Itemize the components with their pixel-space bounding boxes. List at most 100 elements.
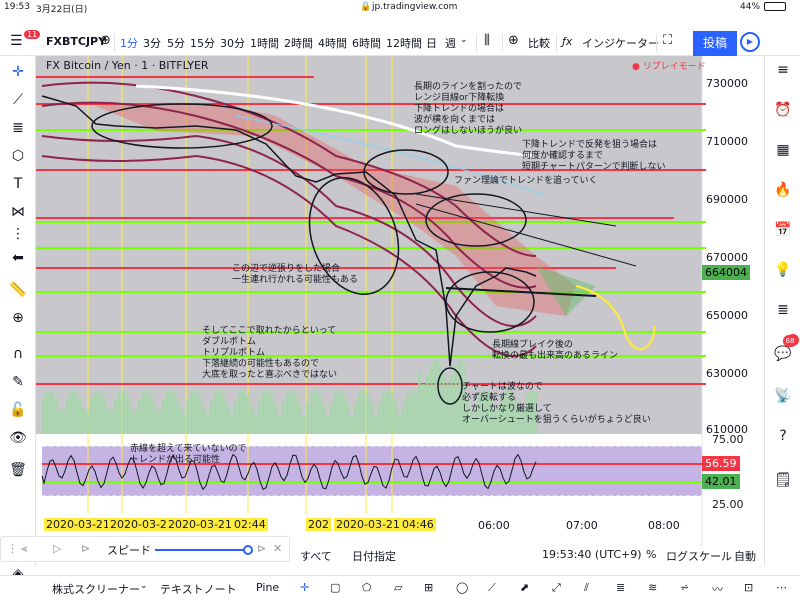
volume-bar [130,407,133,434]
xabcd-icon[interactable]: ⋈ [8,202,28,222]
interval-12h[interactable]: 12時間 [386,35,422,51]
add-symbol-icon[interactable]: ⊕ [100,33,111,48]
trash-icon[interactable]: 🗑 [8,460,28,480]
watchlist-icon[interactable]: ≡ [773,60,793,80]
battery-icon [764,2,786,11]
fullscreen-icon[interactable]: ⛶ [663,33,672,48]
tab-text-notes[interactable]: テキストノート [160,581,237,597]
annotation-bottom-pattern[interactable]: そしてここで取れたからといって ダブルボトム トリプルボトム 下落継続の可能性も… [202,326,337,381]
interval-day[interactable]: 日 [426,35,437,51]
trend-line-icon[interactable]: ⟋ [488,581,496,595]
chevron-down-icon[interactable]: ⌄ [140,581,148,591]
interval-15m[interactable]: 15分 [190,35,215,51]
ideas-icon[interactable]: 💡 [773,260,793,280]
interval-1m[interactable]: 1分 [120,35,138,51]
more-icon[interactable]: ⋯ [776,581,787,594]
jump-to-icon[interactable]: ⫷ [21,542,27,556]
publish-button[interactable]: 投稿 [693,31,737,56]
log-scale-toggle[interactable]: ログスケール [666,548,732,564]
eye-icon[interactable]: 👁 [8,428,28,448]
text-icon[interactable]: T [8,174,28,194]
percent-toggle[interactable]: % [646,548,656,561]
position-icon[interactable]: ⊞ [424,581,433,594]
chat-icon[interactable]: 💬 [773,344,793,364]
annotation-reverse[interactable]: この辺で逆張りをした場合 一生連れ行かれる可能性もある [232,264,358,286]
pitchfork-icon[interactable]: ⩫ [680,581,689,594]
range-all[interactable]: すべて [300,548,332,564]
compare-button[interactable]: 比較 [528,35,550,51]
interval-5m[interactable]: 5分 [167,35,185,51]
goto-date[interactable]: 日付指定 [352,548,396,564]
indicators-button[interactable]: インジケーター [582,35,659,51]
order-icon[interactable]: ≣ [773,300,793,320]
annotation-long-line[interactable]: 長期のラインを割ったので レンジ目線or下降転換 下降トレンドの場合は 波が横を… [414,82,522,137]
gann-icon[interactable]: ≋ [648,581,657,594]
brush-icon[interactable]: 〰 [712,581,723,597]
help-icon[interactable]: ? [773,426,793,446]
indicators-icon[interactable]: ƒx [562,35,572,48]
interval-2h[interactable]: 2時間 [284,35,313,51]
annotation-fan[interactable]: ファン理論でトレンドを追っていく [454,176,598,187]
compare-icon[interactable]: ⊕ [508,33,519,48]
drag-handle-icon[interactable]: ⋮ [7,542,18,555]
annotation-long-break[interactable]: 長期線ブレイク後の 転換の最も出来高のあるライン [492,340,618,362]
interval-4h[interactable]: 4時間 [318,35,347,51]
arrow-left-icon[interactable]: ⬅ [8,248,28,268]
ellipse-icon[interactable]: ◯ [456,581,468,594]
trend-line-icon[interactable]: ⟋ [8,90,28,110]
time-label: 07:00 [566,519,598,532]
fib-icon[interactable]: ≣ [616,581,625,594]
square-icon[interactable]: ▢ [330,581,340,594]
lock-icon[interactable]: 🔓 [8,400,28,420]
zoom-in-icon[interactable]: ⊕ [8,308,28,328]
interval-week[interactable]: 週 [445,35,456,51]
tab-pine[interactable]: Pine [256,581,279,594]
exit-replay-icon[interactable]: ⊳ [257,542,266,555]
annotation-wave[interactable]: チャートは波なので 必ず反転する しかしかなり厳選して オーバーシュートを狙うく… [462,382,651,426]
tab-stock-screener[interactable]: 株式スクリーナー [52,581,140,597]
ruler-icon[interactable]: 📏 [8,280,28,300]
interval-30m[interactable]: 30分 [220,35,245,51]
alert-clock-icon[interactable]: ⏰ [773,100,793,120]
pattern-icon[interactable]: ⬠ [362,581,372,594]
speed-slider-thumb[interactable] [243,545,253,555]
stay-drawing-icon[interactable]: ✎ [8,372,28,392]
chart-area[interactable]: FX Bitcoin / Yen · 1 · BITFLYER ● リプレイモー… [36,56,764,546]
measure-icon[interactable]: ⊡ [744,581,753,594]
annotation-downtrend[interactable]: 下降トレンドで反発を狙う場合は 何度か確認するまで 短期チャートパターンで判断し… [522,140,665,173]
speed-slider[interactable] [155,549,247,551]
menu-icon[interactable]: ☰ [10,33,23,49]
date-highlight: 2020-03-21 [334,518,402,531]
interval-1h[interactable]: 1時間 [250,35,279,51]
streams-icon[interactable]: 📡 [773,386,793,406]
magnet-icon[interactable]: ∩ [8,344,28,364]
volume-bar [214,392,217,434]
chevron-down-icon[interactable]: ⌄ [460,35,468,45]
pattern-icon[interactable]: ⬡ [8,146,28,166]
volume-bar [58,408,61,434]
interval-6h[interactable]: 6時間 [352,35,381,51]
symbol-search[interactable]: FXBTCJPY [46,35,106,48]
auto-scale-toggle[interactable]: 自動 [734,548,756,564]
crosshair-icon[interactable]: ✛ [8,62,28,82]
text-icon[interactable]: ▱ [394,581,402,594]
brush-icon[interactable]: ⋮ [8,224,28,244]
calendar-icon[interactable]: 📅 [773,220,793,240]
volume-bar [86,410,89,434]
channel-icon[interactable]: ⫽ [584,581,589,595]
interval-3m[interactable]: 3分 [143,35,161,51]
replay-play-icon[interactable]: ▶ [740,32,760,52]
data-window-icon[interactable]: ▦ [773,140,793,160]
candle-style-icon[interactable]: ⫼ [484,33,490,48]
hotlist-icon[interactable]: 🔥 [773,180,793,200]
annotation-rsi[interactable]: 赤線を超えて来ていないので トレンドが出る可能性 [130,444,247,466]
step-forward-icon[interactable]: ⊳ [81,542,90,555]
notes-icon[interactable]: 🗒 [773,470,793,490]
close-icon[interactable]: ✕ [273,542,282,555]
fib-icon[interactable]: ≣ [8,118,28,138]
ray-icon[interactable]: ⤢ [552,581,561,595]
play-icon[interactable]: ▷ [53,542,61,555]
chart-canvas[interactable] [36,56,764,546]
crosshair-icon[interactable]: ✛ [300,581,309,594]
arrow-icon[interactable]: ⬈ [520,581,529,594]
